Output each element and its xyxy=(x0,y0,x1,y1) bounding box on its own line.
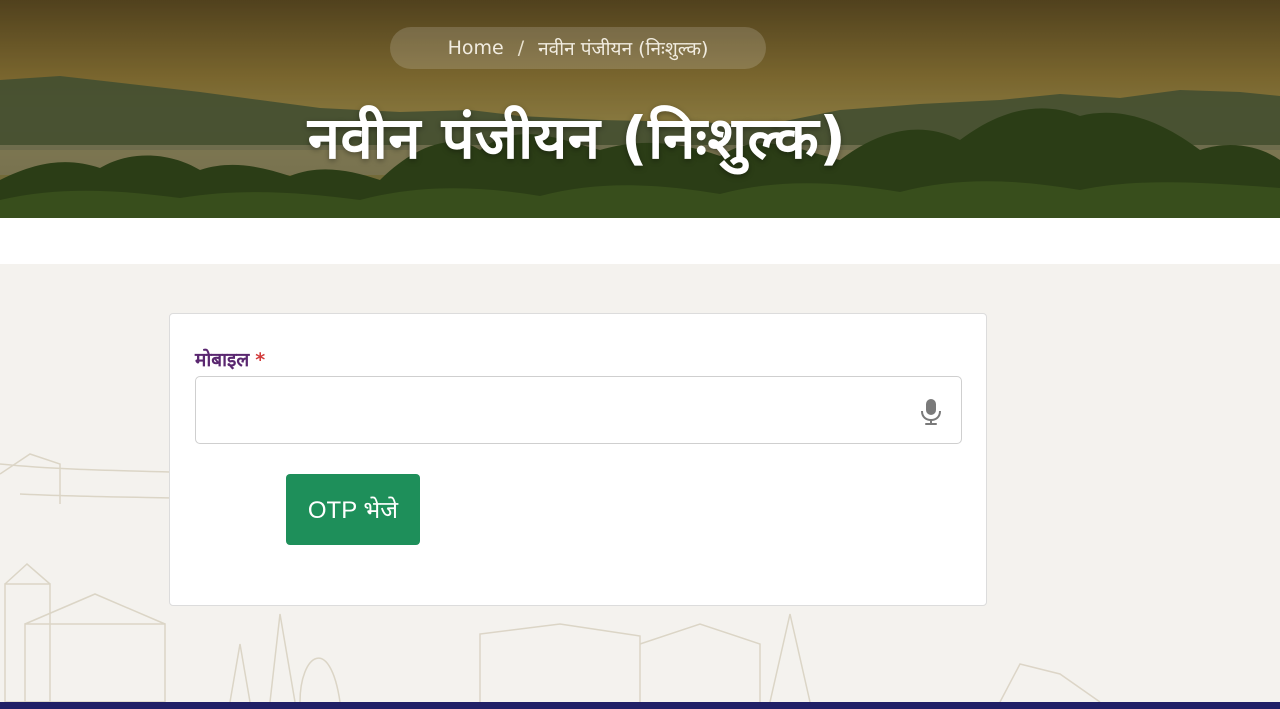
registration-form-card: मोबाइल * OTP भेजे xyxy=(169,313,987,606)
breadcrumb: Home / नवीन पंजीयन (निःशुल्क) xyxy=(390,27,766,69)
microphone-icon[interactable] xyxy=(918,398,944,426)
breadcrumb-separator: / xyxy=(517,37,525,59)
header-spacer xyxy=(0,218,1280,264)
required-marker: * xyxy=(255,349,266,371)
breadcrumb-current: नवीन पंजीयन (निःशुल्क) xyxy=(538,38,709,60)
mobile-field-label: मोबाइल * xyxy=(195,346,265,372)
page-title: नवीन पंजीयन (निःशुल्क) xyxy=(307,104,847,172)
footer-bar xyxy=(0,702,1280,709)
send-otp-button[interactable]: OTP भेजे xyxy=(286,474,420,545)
mobile-input[interactable] xyxy=(195,376,962,444)
hero-banner: Home / नवीन पंजीयन (निःशुल्क) नवीन पंजीय… xyxy=(0,0,1280,218)
breadcrumb-home-link[interactable]: Home xyxy=(448,37,504,59)
mobile-label-text: मोबाइल xyxy=(195,349,250,371)
